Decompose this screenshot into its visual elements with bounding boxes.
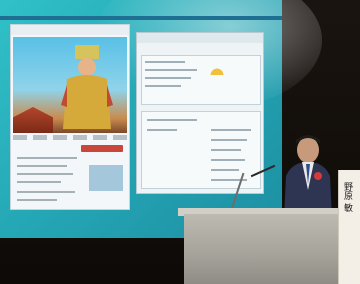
weather-sun-icon (207, 63, 227, 75)
webpage-text-line (147, 129, 177, 131)
webpage-text-line (211, 169, 239, 171)
photo-stage: 野原 敏 (0, 0, 360, 284)
banner-buildings (13, 107, 53, 133)
webpage-nav (13, 135, 127, 140)
webpage-text-line (211, 139, 247, 141)
webpage-text-line (211, 129, 251, 131)
webpage-text-line (211, 149, 241, 151)
webpage-red-button (81, 145, 123, 152)
webpage-text-line (145, 85, 181, 87)
webpage-banner (13, 37, 127, 133)
webpage-text-line (17, 191, 75, 193)
webpage-text-line (17, 157, 77, 159)
webpage-text-line (17, 173, 73, 175)
placard-name-text: 野原 敏 (342, 182, 352, 212)
projection-screen (0, 0, 322, 238)
webpage-text-line (17, 165, 67, 167)
webpage-text-line (147, 119, 197, 121)
banner-costumed-figure (61, 45, 113, 129)
webpage-text-line (211, 159, 245, 161)
slide-webpage-right (136, 32, 264, 194)
slide-webpage-left (10, 24, 130, 210)
webpage-text-line (17, 181, 61, 183)
slide-title-underline (0, 16, 282, 20)
webpage-text-line (145, 69, 197, 71)
webpage-blue-panel (89, 165, 123, 191)
podium (184, 214, 360, 284)
webpage-header (11, 25, 129, 35)
webpage-text-line (17, 199, 57, 201)
webpage-text-line (145, 61, 185, 63)
webpage-header (137, 33, 263, 43)
speaker-person (284, 135, 332, 218)
webpage-text-line (145, 77, 191, 79)
